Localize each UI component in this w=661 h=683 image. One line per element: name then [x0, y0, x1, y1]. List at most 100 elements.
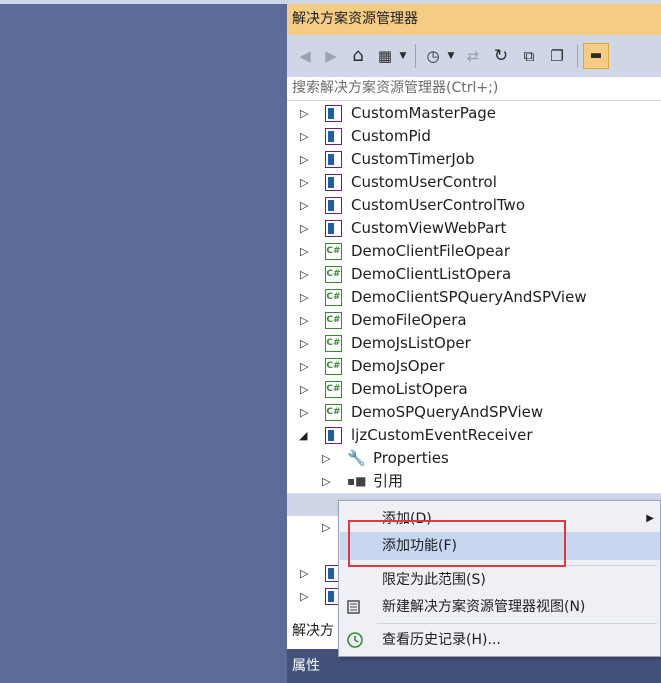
menu-item-label: 限定为此范围(S) [382, 572, 486, 588]
tree-item[interactable]: ▷ CustomViewWebPart [287, 217, 661, 240]
references-icon: ▪■ [347, 474, 367, 488]
expand-arrow-icon[interactable]: ▷ [300, 355, 308, 378]
expand-arrow-icon[interactable]: ▷ [300, 378, 308, 401]
collapse-arrow-icon[interactable]: ◢ [299, 424, 307, 447]
tree-item[interactable]: ◢ ljzCustomEventReceiver [287, 424, 661, 447]
expand-arrow-icon[interactable]: ▷ [300, 217, 308, 240]
submenu-arrow-icon: ▶ [646, 513, 654, 524]
menu-item-label: 添加(D) [382, 511, 432, 527]
menu-item-label: 添加功能(F) [382, 538, 457, 554]
tree-item[interactable]: ▷ DemoClientFileOpear [287, 240, 661, 263]
tree-item-label: DemoClientSPQueryAndSPView [351, 288, 587, 306]
expand-arrow-icon[interactable]: ▷ [300, 263, 308, 286]
context-menu: 添加(D) ▶ 添加功能(F) 限定为此范围(S) 新建解决方案资源管理器视图(… [338, 500, 661, 657]
tree-item-label: DemoJsOper [351, 357, 445, 375]
panel-title[interactable]: 解决方案资源管理器 [287, 4, 661, 35]
expand-arrow-icon[interactable]: ▷ [300, 562, 308, 585]
expand-arrow-icon[interactable]: ▷ [300, 125, 308, 148]
csharp-project-icon [325, 358, 342, 375]
menu-item-add-feature[interactable]: 添加功能(F) [340, 532, 660, 560]
refresh-icon[interactable]: ↻ [491, 45, 511, 67]
switch-views-icon[interactable]: ▦ [375, 45, 395, 67]
properties-icon[interactable]: ▬ [583, 43, 609, 69]
tree-item-label: DemoFileOpera [351, 311, 467, 329]
csharp-project-icon [325, 312, 342, 329]
menu-item-scope-to-this[interactable]: 限定为此范围(S) [340, 566, 660, 594]
project-icon [325, 197, 342, 214]
expand-arrow-icon[interactable]: ▷ [322, 516, 330, 539]
project-icon [325, 128, 342, 145]
sync-icon[interactable]: ⇄ [463, 45, 483, 67]
csharp-project-icon [325, 404, 342, 421]
wrench-icon: 🔧 [347, 449, 366, 467]
expand-arrow-icon[interactable]: ▷ [300, 194, 308, 217]
tree-item[interactable]: ▷ DemoListOpera [287, 378, 661, 401]
csharp-project-icon [325, 381, 342, 398]
tree-item[interactable]: ▷ CustomUserControlTwo [287, 194, 661, 217]
tree-item[interactable]: ▷ DemoFileOpera [287, 309, 661, 332]
tree-item-label: CustomUserControl [351, 173, 497, 191]
tree-item-label: CustomTimerJob [351, 150, 475, 168]
tree-item-label: DemoListOpera [351, 380, 468, 398]
project-icon [325, 220, 342, 237]
tree-item[interactable]: ▷ CustomPid [287, 125, 661, 148]
collapse-all-icon[interactable]: ⧉ [519, 45, 539, 67]
tree-item[interactable]: ▷ CustomTimerJob [287, 148, 661, 171]
tree-item-label: 引用 [373, 472, 404, 490]
solution-explorer-toolbar: ◀ ▶ ⌂ ▦ ▼ ◷ ▼ ⇄ ↻ ⧉ ❐ ▬ [287, 35, 661, 77]
menu-item-view-history[interactable]: 查看历史记录(H)... [340, 626, 660, 654]
tree-item[interactable]: ▷ 🔧 Properties [287, 447, 661, 470]
forward-icon[interactable]: ▶ [321, 45, 341, 67]
expand-arrow-icon[interactable]: ▷ [300, 309, 308, 332]
expand-arrow-icon[interactable]: ▷ [300, 286, 308, 309]
expand-arrow-icon[interactable]: ▷ [300, 102, 308, 125]
new-view-icon [346, 598, 364, 616]
dropdown-icon[interactable]: ▼ [445, 45, 457, 67]
show-all-files-icon[interactable]: ❐ [547, 45, 567, 67]
tree-item[interactable]: ▷ DemoJsOper [287, 355, 661, 378]
back-icon[interactable]: ◀ [295, 45, 315, 67]
tree-item-label: DemoClientListOpera [351, 265, 512, 283]
tree-item[interactable]: ▷ CustomUserControl [287, 171, 661, 194]
tree-item[interactable]: ▷ DemoSPQueryAndSPView [287, 401, 661, 424]
expand-arrow-icon[interactable]: ▷ [300, 240, 308, 263]
expand-arrow-icon[interactable]: ▷ [300, 171, 308, 194]
menu-item-label: 新建解决方案资源管理器视图(N) [382, 599, 586, 615]
project-icon [325, 151, 342, 168]
history-icon [346, 631, 364, 649]
expand-arrow-icon[interactable]: ▷ [300, 401, 308, 424]
csharp-project-icon [325, 289, 342, 306]
expand-arrow-icon[interactable]: ▷ [300, 148, 308, 171]
menu-separator [377, 623, 657, 624]
project-icon [325, 174, 342, 191]
csharp-project-icon [325, 243, 342, 260]
tree-item-label: DemoClientFileOpear [351, 242, 511, 260]
tree-item-label: Properties [373, 449, 449, 467]
toolbar-separator [577, 44, 578, 68]
dropdown-icon[interactable]: ▼ [397, 45, 409, 67]
project-icon [325, 105, 342, 122]
tree-item-label: DemoSPQueryAndSPView [351, 403, 544, 421]
tree-item[interactable]: ▷ DemoClientListOpera [287, 263, 661, 286]
pending-changes-icon[interactable]: ◷ [423, 45, 443, 67]
tree-item[interactable]: ▷ CustomMasterPage [287, 102, 661, 125]
menu-item-new-view[interactable]: 新建解决方案资源管理器视图(N) [340, 593, 660, 621]
tree-item[interactable]: ▷ DemoJsListOper [287, 332, 661, 355]
tree-item-label: CustomUserControlTwo [351, 196, 526, 214]
home-icon[interactable]: ⌂ [347, 45, 369, 67]
tree-item[interactable]: ▷ DemoClientSPQueryAndSPView [287, 286, 661, 309]
tree-item-label: ljzCustomEventReceiver [351, 426, 533, 444]
expand-arrow-icon[interactable]: ▷ [322, 447, 330, 470]
menu-item-label: 查看历史记录(H)... [382, 632, 501, 648]
project-icon [325, 427, 342, 444]
csharp-project-icon [325, 266, 342, 283]
search-input[interactable]: 搜索解决方案资源管理器(Ctrl+;) [287, 77, 661, 101]
tree-item[interactable]: ▷ ▪■ 引用 [287, 470, 661, 493]
expand-arrow-icon[interactable]: ▷ [322, 470, 330, 493]
tree-item-label: DemoJsListOper [351, 334, 471, 352]
csharp-project-icon [325, 335, 342, 352]
expand-arrow-icon[interactable]: ▷ [300, 332, 308, 355]
expand-arrow-icon[interactable]: ▷ [300, 585, 308, 608]
menu-item-add[interactable]: 添加(D) ▶ [340, 505, 660, 533]
tree-item-label: CustomPid [351, 127, 431, 145]
